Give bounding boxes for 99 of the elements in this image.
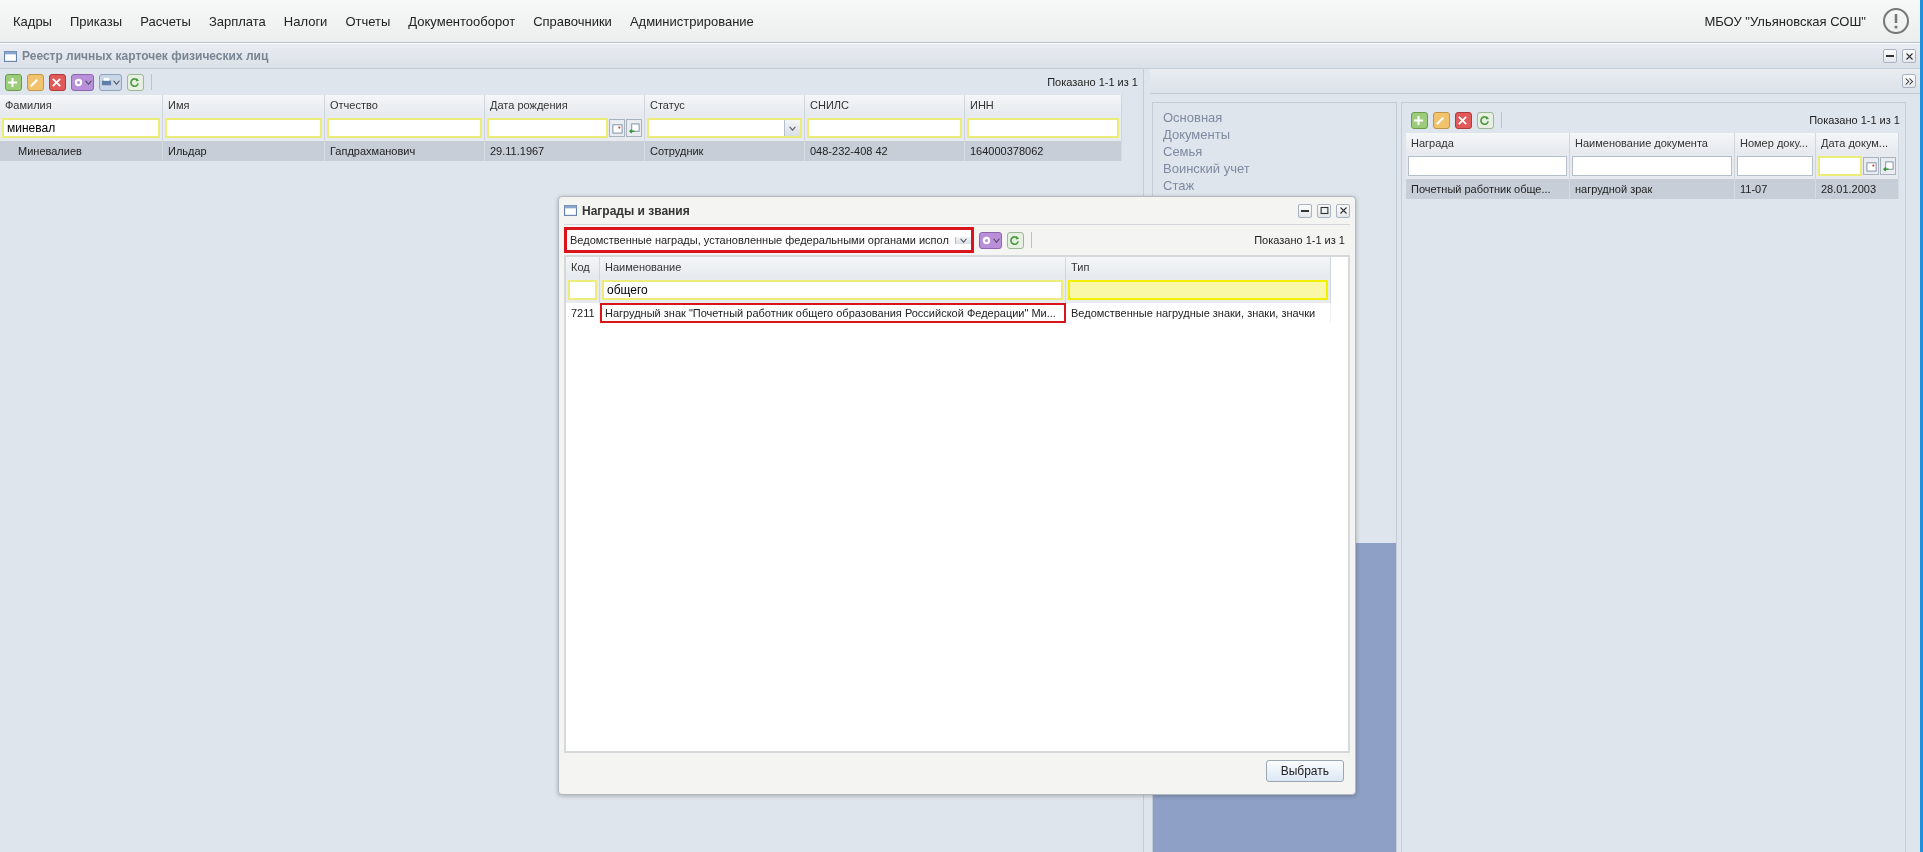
table-cell: Сотрудник [645, 141, 805, 161]
menu-item[interactable]: Отчеты [336, 9, 400, 33]
gear-icon [73, 76, 84, 88]
column-header[interactable]: Наименование [600, 257, 1066, 277]
close-icon [1457, 114, 1468, 126]
category-dropdown[interactable]: Ведомственные награды, установленные федеральными органами испол [564, 227, 974, 253]
column-header[interactable]: СНИЛС [805, 95, 965, 115]
column-header[interactable]: ИНН [965, 95, 1122, 115]
caret-icon [113, 78, 120, 86]
menu-item[interactable]: Приказы [60, 9, 132, 33]
dropdown-field[interactable] [647, 118, 802, 138]
table-cell: Гапдрахманович [325, 141, 485, 161]
minimize-icon [1301, 209, 1309, 212]
double-chevron-icon [1904, 76, 1914, 86]
column-header[interactable]: Награда [1406, 133, 1570, 153]
filter-field[interactable] [1572, 156, 1732, 176]
close-button[interactable] [1336, 203, 1350, 218]
organization-name: МБОУ "Ульяновская СОШ" [1704, 13, 1866, 29]
printer-icon [101, 76, 112, 88]
column-header[interactable]: Фамилия [0, 95, 163, 115]
delete-button[interactable] [49, 73, 66, 91]
refresh-icon [1009, 234, 1020, 246]
table-cell: 11-07 [1735, 179, 1816, 199]
window-title: Реестр личных карточек физических лиц [22, 49, 269, 63]
filter-field[interactable]: миневал [2, 118, 160, 138]
column-header[interactable]: Дата докум... [1816, 133, 1899, 153]
edit-button[interactable] [1433, 111, 1450, 129]
calendar-button[interactable] [609, 119, 625, 137]
refresh-button[interactable] [127, 73, 144, 91]
table-cell: 164000378062 [965, 141, 1122, 161]
pencil-icon [29, 76, 40, 88]
maximize-icon [1319, 206, 1329, 215]
plus-icon [7, 76, 18, 88]
close-icon [1338, 206, 1348, 215]
pencil-icon [1435, 114, 1446, 126]
close-icon [1904, 51, 1914, 61]
alert-icon[interactable] [1882, 7, 1910, 35]
select-button[interactable]: Выбрать [1265, 760, 1344, 782]
table-cell: Ильдар [163, 141, 325, 161]
refresh-icon [1479, 114, 1490, 126]
calendar-icon [611, 122, 623, 134]
record-count: Показано 1-1 из 1 [1047, 76, 1138, 88]
table-cell: Нагрудный знак "Почетный работник общего образования Российской Федерации" Ми... [600, 303, 1066, 323]
dialog-title: Награды и звания [582, 203, 690, 218]
filter-field[interactable] [1737, 156, 1813, 176]
calendar-button[interactable] [1863, 157, 1879, 175]
menu-item[interactable]: Документооборот [399, 9, 525, 33]
column-header[interactable]: Отчество [325, 95, 485, 115]
window-icon [564, 204, 577, 217]
column-header[interactable]: Номер доку... [1735, 133, 1816, 153]
record-count: Показано 1-1 из 1 [1809, 114, 1900, 126]
close-button[interactable] [1902, 49, 1916, 63]
column-header[interactable]: Дата рождения [485, 95, 645, 115]
table-cell: 048-232-408 42 [805, 141, 965, 161]
column-header[interactable]: Код [566, 257, 600, 277]
expand-button[interactable] [1902, 74, 1916, 88]
caret-icon [993, 236, 1000, 244]
delete-button[interactable] [1455, 111, 1472, 129]
caret-icon [85, 78, 92, 86]
minimize-icon [1886, 55, 1894, 57]
column-header[interactable]: Наименование документа [1570, 133, 1735, 153]
minimize-button[interactable] [1298, 203, 1312, 218]
refresh-button[interactable] [1007, 231, 1024, 249]
add-button[interactable] [1411, 111, 1428, 129]
calendar-icon [1865, 160, 1877, 172]
caret-icon [960, 236, 967, 244]
plus-icon [1413, 114, 1424, 126]
menu-item[interactable]: Администрирование [620, 9, 763, 33]
clear-date-button[interactable] [1880, 157, 1896, 175]
table-cell: Почетный работник обще... [1406, 179, 1570, 199]
close-icon [51, 76, 62, 88]
add-button[interactable] [5, 73, 22, 91]
column-header[interactable]: Статус [645, 95, 805, 115]
maximize-button[interactable] [1317, 203, 1331, 218]
print-button[interactable] [99, 73, 122, 91]
filter-field[interactable] [1408, 156, 1567, 176]
edit-button[interactable] [27, 73, 44, 91]
table-cell: Миневалиев [0, 141, 163, 161]
menu-item[interactable]: Налоги [274, 9, 337, 33]
column-header[interactable]: Тип [1066, 257, 1331, 277]
menu-item[interactable]: Расчеты [131, 9, 200, 33]
settings-button[interactable] [71, 73, 94, 91]
filter-field[interactable]: общего [602, 280, 1063, 300]
gear-icon [981, 234, 992, 246]
window-icon [4, 49, 17, 63]
clear-date-button[interactable] [626, 119, 642, 137]
caret-icon [789, 124, 796, 132]
table-cell: 28.01.2003 [1816, 179, 1899, 199]
column-header[interactable]: Имя [163, 95, 325, 115]
table-cell: нагрудной зрак [1570, 179, 1735, 199]
minimize-button[interactable] [1883, 49, 1897, 63]
refresh-icon [129, 76, 140, 88]
refresh-button[interactable] [1477, 111, 1494, 129]
settings-button[interactable] [979, 231, 1002, 249]
table-cell: 29.11.1967 [485, 141, 645, 161]
menu-item[interactable]: Зарплата [199, 9, 275, 33]
menu-item[interactable]: Справочники [524, 9, 621, 33]
record-count: Показано 1-1 из 1 [1254, 234, 1345, 246]
menu-item[interactable]: Кадры [4, 9, 61, 33]
